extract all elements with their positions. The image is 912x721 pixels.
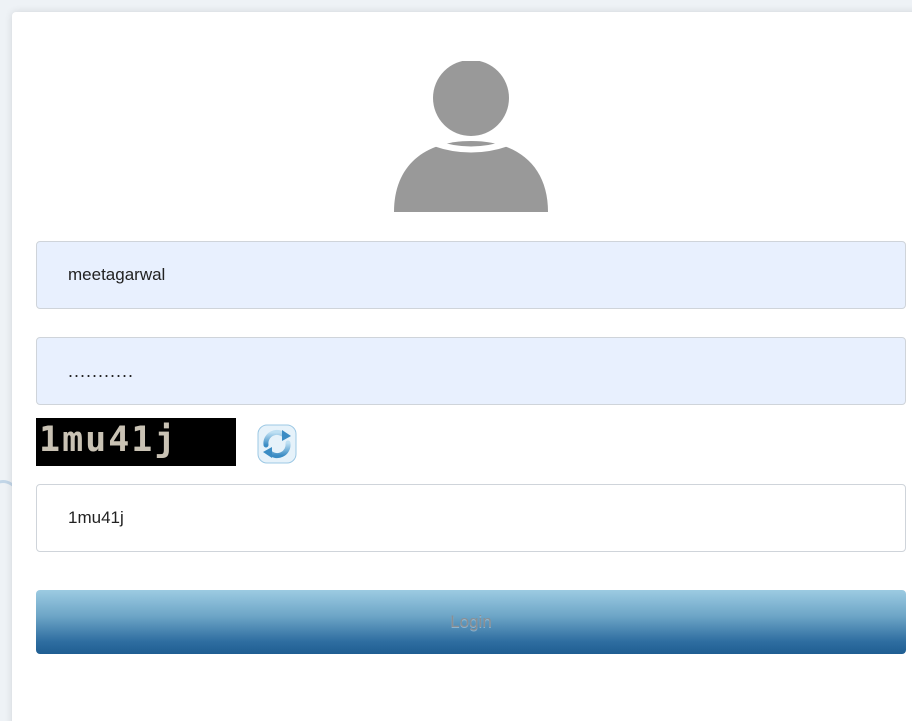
password-input[interactable] <box>36 337 906 405</box>
refresh-captcha-icon[interactable] <box>256 423 298 465</box>
login-page: 1mu41j Login <box>0 0 912 721</box>
username-input[interactable] <box>36 241 906 309</box>
user-avatar-icon <box>394 61 548 212</box>
captcha-image: 1mu41j <box>36 418 236 466</box>
captcha-input[interactable] <box>36 484 906 552</box>
login-button[interactable]: Login <box>36 590 906 654</box>
